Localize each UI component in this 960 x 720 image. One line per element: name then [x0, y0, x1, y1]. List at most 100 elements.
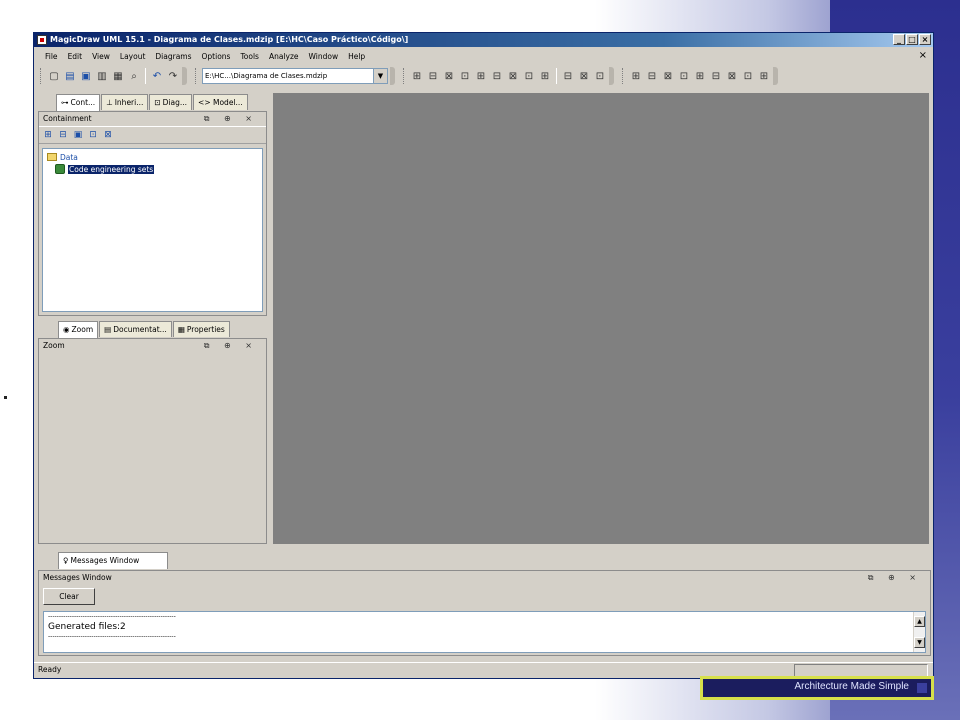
maximize-button[interactable]: □: [906, 34, 918, 45]
panel-controls-icon[interactable]: ⧉ ⊕ ×: [868, 571, 922, 585]
window-title: MagicDraw UML 15.1 - Diagrama de Clases.…: [50, 35, 409, 44]
containment-tree-icon: ⊶: [61, 98, 69, 107]
diagram-type-icon[interactable]: ⊞: [629, 69, 643, 83]
slide-marker: [4, 396, 7, 399]
diagram-icon: ⊡: [154, 97, 161, 107]
diagram-tool-icon[interactable]: ⊠: [506, 69, 520, 83]
diagram-tool-icon[interactable]: ⊞: [538, 69, 552, 83]
close-project-icon[interactable]: ×: [919, 49, 927, 63]
minimize-button[interactable]: _: [893, 34, 905, 45]
window-controls: _ □ ×: [893, 34, 931, 45]
tab-documentation[interactable]: ▤ Documentat...: [99, 321, 172, 337]
diagram-canvas[interactable]: [273, 93, 929, 544]
project-path-combo[interactable]: E:\HC...\Diagrama de Clases.mdzip ▼: [202, 68, 388, 84]
diagram-tool-icon[interactable]: ⊟: [490, 69, 504, 83]
diagram-type-icon[interactable]: ⊡: [741, 69, 755, 83]
properties-icon: ▦: [177, 324, 185, 334]
tab-zoom[interactable]: ◉ Zoom: [58, 321, 99, 338]
slide-footer: Architecture Made Simple: [700, 676, 934, 700]
align-icon[interactable]: ⊟: [561, 69, 575, 83]
messages-tabs: ♀ Messages Window: [58, 552, 168, 569]
tab-messages-window[interactable]: ♀ Messages Window: [58, 552, 168, 569]
menu-view[interactable]: View: [87, 52, 115, 61]
menu-help[interactable]: Help: [343, 52, 370, 61]
messages-scrollbar[interactable]: ▲ ▼: [913, 612, 925, 652]
save-icon[interactable]: ▣: [79, 69, 93, 83]
diagram-type-icon[interactable]: ⊟: [645, 69, 659, 83]
tab-label: Zoom: [71, 325, 94, 334]
diagram-tool-icon[interactable]: ⊠: [442, 69, 456, 83]
diagram-tool-icon[interactable]: ⊞: [474, 69, 488, 83]
scroll-down-icon[interactable]: ▼: [914, 637, 925, 648]
panel-header: Messages Window ⧉ ⊕ ×: [39, 571, 930, 585]
containment-tree[interactable]: Data Code engineering sets: [42, 148, 263, 312]
tab-diagrams[interactable]: ⊡ Diag...: [149, 94, 193, 110]
diagram-tool-icon[interactable]: ⊡: [522, 69, 536, 83]
new-element-icon[interactable]: ⊡: [87, 129, 99, 141]
diagram-type-icon[interactable]: ⊡: [677, 69, 691, 83]
menu-options[interactable]: Options: [197, 52, 236, 61]
tree-node-code-engineering-sets[interactable]: Code engineering sets: [43, 163, 262, 175]
print-icon[interactable]: ▥: [95, 69, 109, 83]
toolbar-grip[interactable]: [40, 68, 43, 84]
open-icon[interactable]: ▤: [63, 69, 77, 83]
tab-inheritance[interactable]: ⊥ Inheri...: [101, 94, 149, 110]
new-icon[interactable]: ▢: [47, 69, 61, 83]
tree-node-data[interactable]: Data: [43, 151, 262, 163]
collapse-all-icon[interactable]: ⊟: [57, 129, 69, 141]
diagram-type-icon[interactable]: ⊞: [757, 69, 771, 83]
menu-edit[interactable]: Edit: [63, 52, 88, 61]
tree-node-label: Code engineering sets: [68, 164, 155, 174]
close-button[interactable]: ×: [919, 34, 931, 45]
diagram-type-icon[interactable]: ⊠: [725, 69, 739, 83]
align-icon[interactable]: ⊠: [577, 69, 591, 83]
messages-output[interactable]: ----------------------------------------…: [43, 611, 926, 653]
menu-diagrams[interactable]: Diagrams: [150, 52, 196, 61]
messages-panel: Messages Window ⧉ ⊕ × Clear ------------…: [38, 570, 931, 656]
toolbar-grip[interactable]: [403, 68, 406, 84]
diagram-type-icon[interactable]: ⊟: [709, 69, 723, 83]
scroll-up-icon[interactable]: ▲: [914, 616, 925, 627]
diagram-tool-icon[interactable]: ⊞: [410, 69, 424, 83]
chevron-down-icon[interactable]: ▼: [373, 69, 387, 83]
main-toolbar: ▢ ▤ ▣ ▥ ▦ ⌕ ↶ ↷ E:\HC...\Diagrama de Cla…: [34, 65, 933, 87]
panel-controls-icon[interactable]: ⧉ ⊕ ×: [204, 112, 258, 126]
print-preview-icon[interactable]: ▦: [111, 69, 125, 83]
app-window: MagicDraw UML 15.1 - Diagrama de Clases.…: [33, 32, 934, 679]
zoom-eye-icon: ◉: [63, 325, 70, 334]
diagram-tool-icon[interactable]: ⊟: [426, 69, 440, 83]
tab-label: Documentat...: [113, 324, 167, 334]
undo-icon[interactable]: ↶: [150, 69, 164, 83]
tab-properties[interactable]: ▦ Properties: [172, 321, 230, 337]
panel-controls-icon[interactable]: ⧉ ⊕ ×: [204, 339, 258, 353]
title-bar[interactable]: MagicDraw UML 15.1 - Diagrama de Clases.…: [34, 33, 933, 47]
find-icon[interactable]: ⌕: [127, 69, 141, 83]
menu-layout[interactable]: Layout: [115, 52, 151, 61]
message-line: ----------------------------------------…: [48, 633, 176, 640]
panel-title: Zoom: [43, 341, 65, 350]
menu-tools[interactable]: Tools: [235, 52, 263, 61]
delete-icon[interactable]: ⊠: [102, 129, 114, 141]
menu-window[interactable]: Window: [304, 52, 344, 61]
clear-button[interactable]: Clear: [43, 588, 95, 605]
tab-label: Diag...: [162, 97, 188, 107]
panel-header: Containment ⧉ ⊕ ×: [39, 112, 266, 126]
show-details-icon[interactable]: ▣: [72, 129, 84, 141]
diagram-type-icon[interactable]: ⊠: [661, 69, 675, 83]
panel-title: Messages Window: [43, 573, 112, 582]
panel-title: Containment: [43, 114, 92, 123]
code-engineering-icon: [55, 164, 65, 174]
menu-analyze[interactable]: Analyze: [264, 52, 304, 61]
toolbar-grip[interactable]: [622, 68, 625, 84]
align-icon[interactable]: ⊡: [593, 69, 607, 83]
redo-icon[interactable]: ↷: [166, 69, 180, 83]
menu-file[interactable]: File: [40, 52, 63, 61]
expand-all-icon[interactable]: ⊞: [42, 129, 54, 141]
tab-containment[interactable]: ⊶ Cont...: [56, 94, 101, 111]
diagram-tool-icon[interactable]: ⊡: [458, 69, 472, 83]
diagram-type-icon[interactable]: ⊞: [693, 69, 707, 83]
toolbar-grip[interactable]: [195, 68, 198, 84]
tab-label: Messages Window: [70, 556, 140, 565]
tab-model[interactable]: <> Model...: [193, 94, 248, 110]
magicdraw-app-icon[interactable]: [37, 35, 47, 45]
